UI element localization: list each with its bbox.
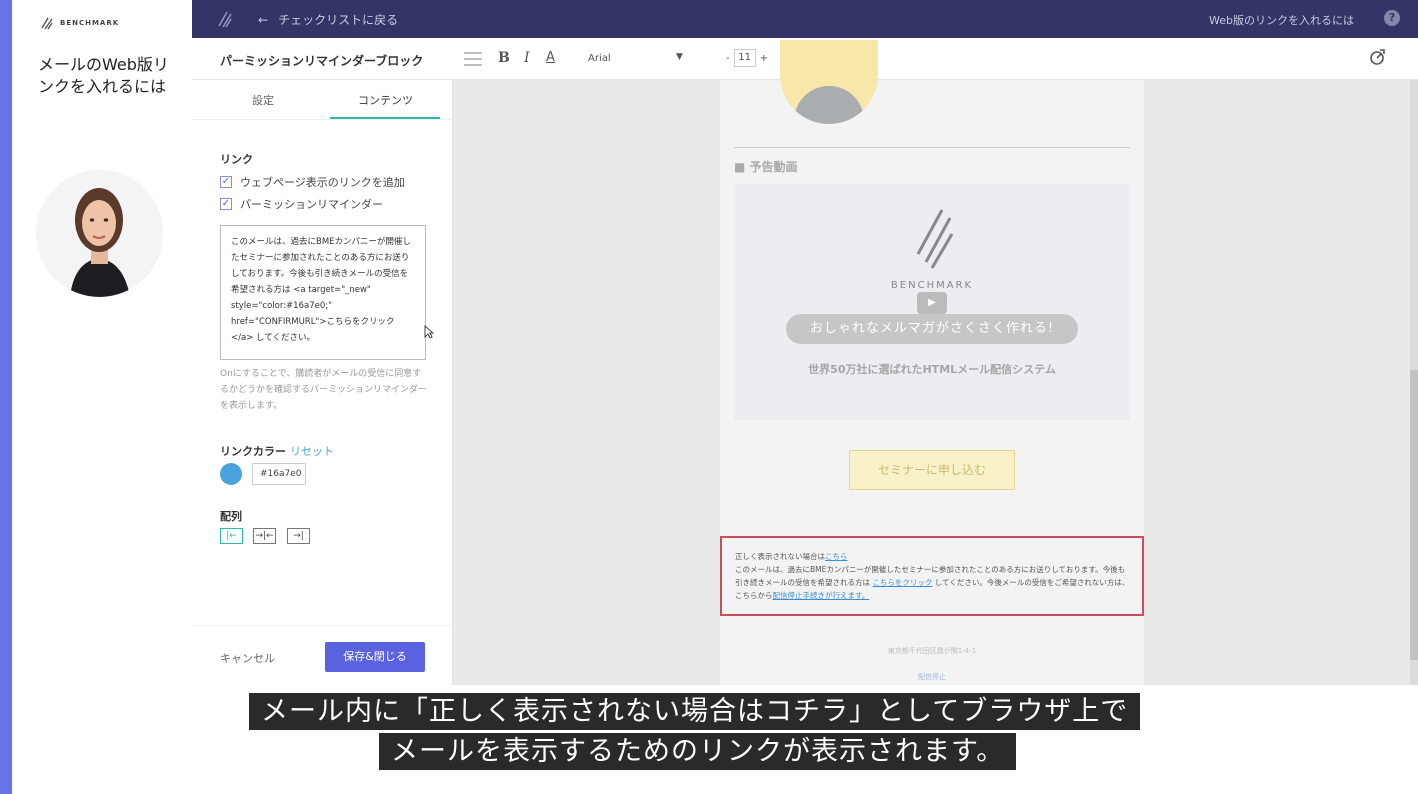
unsubscribe-footer-link[interactable]: 配信停止 bbox=[720, 672, 1144, 682]
arrow-left-icon: ← bbox=[258, 12, 269, 27]
tab-settings[interactable]: 設定 bbox=[252, 92, 274, 108]
link-section-label: リンク bbox=[220, 153, 253, 166]
confirm-link[interactable]: こちらをクリック bbox=[872, 578, 932, 587]
link-color-title: リンクカラー bbox=[220, 445, 286, 458]
divider-line bbox=[734, 147, 1130, 148]
checkbox-checked-icon[interactable]: ✓ bbox=[220, 198, 232, 210]
active-tab-indicator bbox=[330, 117, 440, 119]
unsubscribe-link[interactable]: 配信停止手続きが行えます。 bbox=[773, 591, 870, 600]
help-icon[interactable]: ? bbox=[1384, 10, 1400, 26]
link-color-input[interactable]: #16a7e0 bbox=[252, 463, 306, 485]
font-size-stepper: - 11 + bbox=[726, 49, 768, 67]
align-center-button[interactable]: →|← bbox=[253, 528, 276, 544]
reminder-body: このメールは、過去にBMEカンパニーが開催したセミナーに参加されたことのある方に… bbox=[735, 563, 1130, 602]
mouse-cursor-icon bbox=[424, 325, 434, 339]
settings-panel: 設定 コンテンツ リンク ✓ ウェブページ表示のリンクを追加 ✓ パーミッション… bbox=[192, 80, 453, 685]
permission-reminder-block[interactable]: 正しく表示されない場合はこちら このメールは、過去にBMEカンパニーが開催したセ… bbox=[720, 536, 1144, 616]
presenter-avatar bbox=[36, 170, 163, 297]
speaker-body bbox=[794, 86, 864, 124]
speaker-avatar bbox=[780, 40, 878, 124]
align-left-button[interactable]: |← bbox=[220, 528, 243, 544]
size-decrease-button[interactable]: - bbox=[726, 53, 730, 64]
reminder-text-field[interactable]: このメールは、過去にBMEカンパニーが開催したセミナーに参加されたことのある方に… bbox=[220, 225, 426, 360]
presenter-image bbox=[36, 170, 163, 297]
video-frame: BENCHMARK メールのWeb版リンクを入れるには ← チェックリストに戻る… bbox=[0, 0, 1418, 794]
company-address: 東京都千代田区霞が関1-4-1 bbox=[887, 647, 977, 655]
tab-contents[interactable]: コンテンツ bbox=[358, 92, 413, 108]
video-subtitle: 世界50万社に選ばれたHTMLメール配信システム bbox=[808, 363, 1056, 376]
webpage-link-label: ウェブページ表示のリンクを追加 bbox=[240, 176, 405, 189]
checkbox-checked-icon[interactable]: ✓ bbox=[220, 176, 232, 188]
font-select[interactable]: Arial bbox=[588, 53, 611, 64]
align-lines-icon[interactable] bbox=[464, 52, 482, 66]
back-label: チェックリストに戻る bbox=[278, 13, 399, 27]
reminder-label: パーミッションリマインダー bbox=[240, 198, 383, 211]
benchmark-logo-icon bbox=[916, 209, 954, 269]
chevron-down-icon[interactable]: ▼ bbox=[676, 52, 683, 62]
align-right-button[interactable]: →| bbox=[287, 528, 310, 544]
view-online-text: 正しく表示されない場合は bbox=[735, 552, 825, 561]
text-color-button[interactable]: A bbox=[546, 50, 555, 65]
subtitle-line-1: メール内に「正しく表示されない場合はコチラ」としてブラウザ上で bbox=[249, 693, 1141, 730]
bold-button[interactable]: B bbox=[498, 50, 510, 66]
email-editor-app: ← チェックリストに戻る Web版のリンクを入れるには ? パーミッションリマイ… bbox=[192, 0, 1418, 685]
size-increase-button[interactable]: + bbox=[760, 53, 768, 64]
block-title: パーミッションリマインダーブロック bbox=[220, 54, 424, 68]
video-tagline: おしゃれなメルマガがさくさく作れる! bbox=[786, 314, 1078, 344]
video-brand: BENCHMARK bbox=[890, 280, 974, 291]
italic-button[interactable]: I bbox=[524, 50, 530, 66]
seminar-signup-button[interactable]: セミナーに申し込む bbox=[849, 450, 1015, 490]
help-link[interactable]: Web版のリンクを入れるには bbox=[1209, 12, 1354, 28]
preview-icon[interactable] bbox=[1368, 48, 1386, 66]
reset-link[interactable]: リセット bbox=[290, 445, 334, 458]
lesson-title: メールのWeb版リンクを入れるには bbox=[38, 55, 169, 96]
brand-logo: BENCHMARK bbox=[40, 16, 119, 30]
scrollbar-thumb[interactable] bbox=[1410, 370, 1418, 660]
link-color-label: リンクカラー リセット bbox=[220, 443, 334, 459]
app-logo-icon bbox=[218, 11, 232, 28]
panel-footer: キャンセル 保存&閉じる bbox=[192, 625, 453, 685]
view-online-line: 正しく表示されない場合はこちら bbox=[735, 550, 1130, 563]
top-bar: ← チェックリストに戻る Web版のリンクを入れるには ? bbox=[192, 0, 1418, 38]
cancel-button[interactable]: キャンセル bbox=[220, 650, 275, 666]
subtitle-line-2: メールを表示するためのリンクが表示されます。 bbox=[379, 733, 1017, 770]
benchmark-logo-icon bbox=[41, 17, 53, 30]
back-to-checklist-link[interactable]: ← チェックリストに戻る bbox=[258, 11, 398, 28]
view-online-link[interactable]: こちら bbox=[825, 552, 848, 561]
webpage-link-checkbox[interactable]: ✓ ウェブページ表示のリンクを追加 bbox=[220, 174, 405, 190]
save-close-button[interactable]: 保存&閉じる bbox=[325, 642, 425, 672]
brand-name: BENCHMARK bbox=[60, 19, 120, 27]
email-preview: ■ 予告動画 BENCHMARK ▶ おしゃれなメルマガがさくさく作れる! 世界… bbox=[720, 40, 1144, 685]
reminder-checkbox[interactable]: ✓ パーミッションリマインダー bbox=[220, 196, 383, 212]
tab-divider bbox=[192, 119, 453, 120]
video-section-title: ■ 予告動画 bbox=[734, 160, 798, 174]
reminder-help-text: Onにすることで、購読者がメールの受信に同意するかどうかを確認するパーミッション… bbox=[220, 369, 428, 411]
video-thumbnail[interactable]: BENCHMARK ▶ おしゃれなメルマガがさくさく作れる! 世界50万社に選ば… bbox=[734, 184, 1130, 420]
play-icon[interactable]: ▶ bbox=[917, 292, 947, 314]
left-accent-bar bbox=[0, 0, 12, 794]
font-size-input[interactable]: 11 bbox=[733, 49, 756, 67]
color-swatch[interactable] bbox=[220, 463, 242, 485]
align-label: 配列 bbox=[220, 510, 242, 523]
lesson-sidebar: BENCHMARK メールのWeb版リンクを入れるには bbox=[12, 0, 192, 794]
